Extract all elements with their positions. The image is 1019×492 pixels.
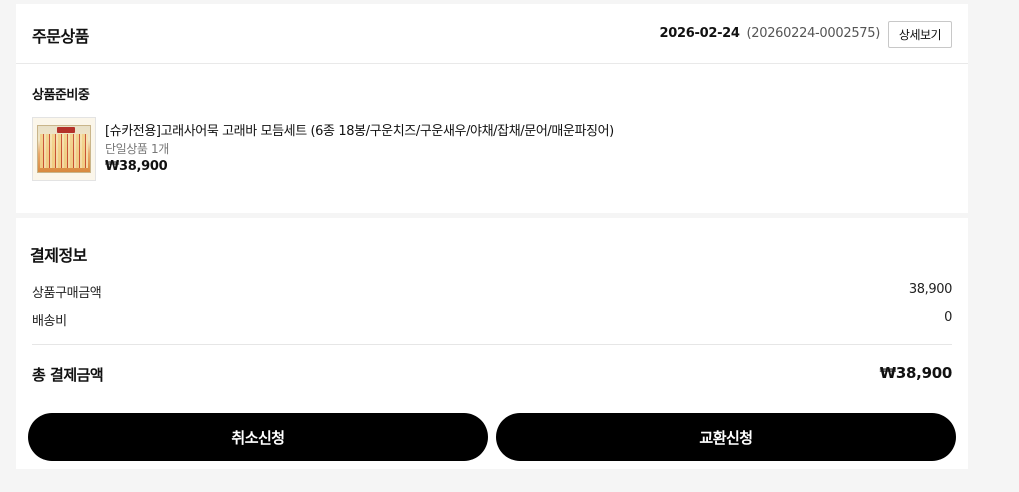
product-price: ₩38,900 bbox=[105, 159, 168, 174]
payment-row-label: 배송비 bbox=[32, 314, 67, 329]
order-detail-page: 주문상품 2026-02-24 (20260224-0002575) 상세보기 … bbox=[16, 4, 968, 492]
payment-info-title: 결제정보 bbox=[30, 246, 87, 265]
fishcake-sticks-graphic bbox=[40, 134, 88, 168]
payment-row-shipping: 배송비 0 bbox=[32, 310, 952, 329]
payment-total-value: ₩38,900 bbox=[879, 364, 953, 382]
brand-logo-mark bbox=[57, 127, 75, 133]
view-details-button[interactable]: 상세보기 bbox=[888, 21, 952, 48]
order-date: 2026-02-24 bbox=[659, 26, 740, 41]
order-number: (20260224-0002575) bbox=[746, 26, 881, 41]
product-name[interactable]: [슈카전용]고래사어묵 고래바 모듬세트 (6종 18봉/구운치즈/구운새우/야… bbox=[105, 120, 614, 139]
order-header: 주문상품 2026-02-24 (20260224-0002575) 상세보기 bbox=[16, 4, 968, 64]
order-meta: 2026-02-24 (20260224-0002575) bbox=[660, 26, 881, 41]
payment-total-row: 총 결제금액 ₩38,900 bbox=[32, 364, 952, 386]
payment-row-label: 상품구매금액 bbox=[32, 286, 102, 301]
product-thumbnail[interactable] bbox=[32, 117, 96, 181]
order-items-title: 주문상품 bbox=[32, 27, 89, 46]
cancel-request-button[interactable]: 취소신청 bbox=[28, 413, 488, 461]
order-status: 상품준비중 bbox=[32, 88, 90, 103]
payment-row-value: 38,900 bbox=[908, 282, 952, 297]
payment-row-subtotal: 상품구매금액 38,900 bbox=[32, 282, 952, 301]
payment-divider bbox=[32, 344, 952, 345]
payment-total-label: 총 결제금액 bbox=[32, 366, 104, 384]
exchange-request-button[interactable]: 교환신청 bbox=[496, 413, 956, 461]
payment-row-value: 0 bbox=[944, 310, 952, 325]
product-option: 단일상품 1개 bbox=[105, 142, 169, 156]
payment-info-card: 결제정보 상품구매금액 38,900 배송비 0 총 결제금액 ₩38,900 … bbox=[16, 218, 968, 469]
order-items-card: 주문상품 2026-02-24 (20260224-0002575) 상세보기 … bbox=[16, 4, 968, 213]
